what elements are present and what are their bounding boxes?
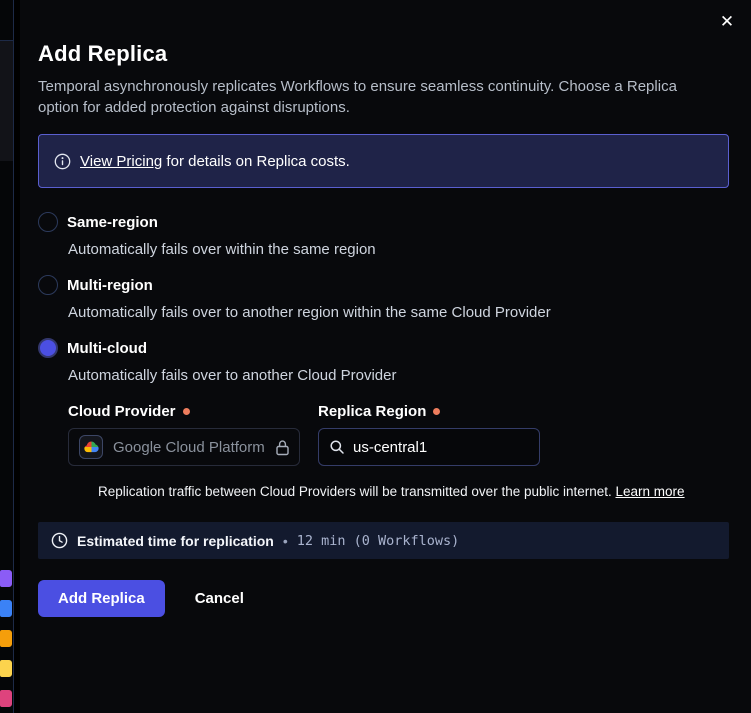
- replica-region-field: Replica Region: [318, 403, 540, 466]
- option-label: Multi-cloud: [67, 340, 147, 357]
- google-cloud-icon: [84, 441, 99, 453]
- info-icon: [54, 153, 71, 170]
- rail-nav-icon[interactable]: [0, 630, 12, 647]
- option-description: Automatically fails over within the same…: [68, 241, 729, 259]
- option-multi-cloud: Multi-cloud Automatically fails over to …: [38, 338, 729, 500]
- rail-horizontal-divider: [0, 40, 13, 41]
- gcp-logo-chip: [79, 435, 103, 459]
- lock-icon: [275, 439, 290, 456]
- replica-region-searchbox[interactable]: [318, 428, 540, 466]
- note-text: Replication traffic between Cloud Provid…: [98, 484, 616, 499]
- pricing-info-banner: View Pricing for details on Replica cost…: [38, 134, 729, 188]
- option-same-region: Same-region Automatically fails over wit…: [38, 212, 729, 259]
- rail-upper-panel: [0, 41, 13, 161]
- cloud-provider-label: Cloud Provider: [68, 403, 300, 420]
- rail-vertical-divider: [13, 0, 14, 713]
- cloud-provider-field: Cloud Provider: [68, 403, 300, 466]
- radio-multi-region[interactable]: [38, 275, 58, 295]
- replica-region-input[interactable]: [353, 439, 552, 456]
- close-icon[interactable]: ✕: [713, 8, 741, 36]
- option-same-region-row[interactable]: Same-region: [38, 212, 729, 232]
- learn-more-link[interactable]: Learn more: [616, 484, 685, 499]
- rail-nav-icon[interactable]: [0, 570, 12, 587]
- estimate-banner: Estimated time for replication • 12 min …: [38, 522, 729, 559]
- cloud-provider-select[interactable]: Google Cloud Platform: [68, 428, 300, 466]
- replica-region-label: Replica Region: [318, 403, 540, 420]
- radio-multi-cloud[interactable]: [38, 338, 58, 358]
- add-replica-modal: ✕ Add Replica Temporal asynchronously re…: [20, 0, 751, 713]
- option-multi-region-row[interactable]: Multi-region: [38, 275, 729, 295]
- page-background: ✕ Add Replica Temporal asynchronously re…: [0, 0, 751, 713]
- pricing-banner-text: View Pricing for details on Replica cost…: [80, 153, 350, 170]
- modal-actions: Add Replica Cancel: [38, 580, 729, 617]
- required-dot: [433, 408, 440, 415]
- required-dot: [183, 408, 190, 415]
- rail-nav-icon[interactable]: [0, 600, 12, 617]
- option-label: Multi-region: [67, 277, 153, 294]
- modal-description: Temporal asynchronously replicates Workf…: [38, 76, 718, 118]
- cancel-button[interactable]: Cancel: [195, 590, 244, 607]
- option-multi-cloud-row[interactable]: Multi-cloud: [38, 338, 729, 358]
- multi-cloud-form: Cloud Provider: [68, 403, 729, 500]
- option-description: Automatically fails over to another Clou…: [68, 367, 729, 385]
- add-replica-button[interactable]: Add Replica: [38, 580, 165, 617]
- background-nav-rail: [0, 0, 14, 713]
- modal-title: Add Replica: [38, 40, 729, 68]
- rail-nav-icon[interactable]: [0, 690, 12, 707]
- view-pricing-link[interactable]: View Pricing: [80, 153, 162, 170]
- option-label: Same-region: [67, 214, 158, 231]
- rail-nav-icon[interactable]: [0, 660, 12, 677]
- field-label-text: Cloud Provider: [68, 403, 176, 420]
- option-description: Automatically fails over to another regi…: [68, 304, 729, 322]
- search-icon: [329, 439, 345, 455]
- pricing-banner-rest: for details on Replica costs.: [162, 153, 350, 170]
- estimate-separator: •: [283, 533, 288, 549]
- replica-option-group: Same-region Automatically fails over wit…: [38, 212, 729, 500]
- clock-icon: [51, 532, 68, 549]
- option-multi-region: Multi-region Automatically fails over to…: [38, 275, 729, 322]
- rail-icons: [0, 570, 12, 707]
- radio-same-region[interactable]: [38, 212, 58, 232]
- public-internet-note: Replication traffic between Cloud Provid…: [98, 483, 729, 500]
- field-label-text: Replica Region: [318, 403, 426, 420]
- cloud-provider-value: Google Cloud Platform: [113, 439, 265, 456]
- estimate-value: 12 min (0 Workflows): [297, 533, 460, 549]
- estimate-label: Estimated time for replication: [77, 533, 274, 549]
